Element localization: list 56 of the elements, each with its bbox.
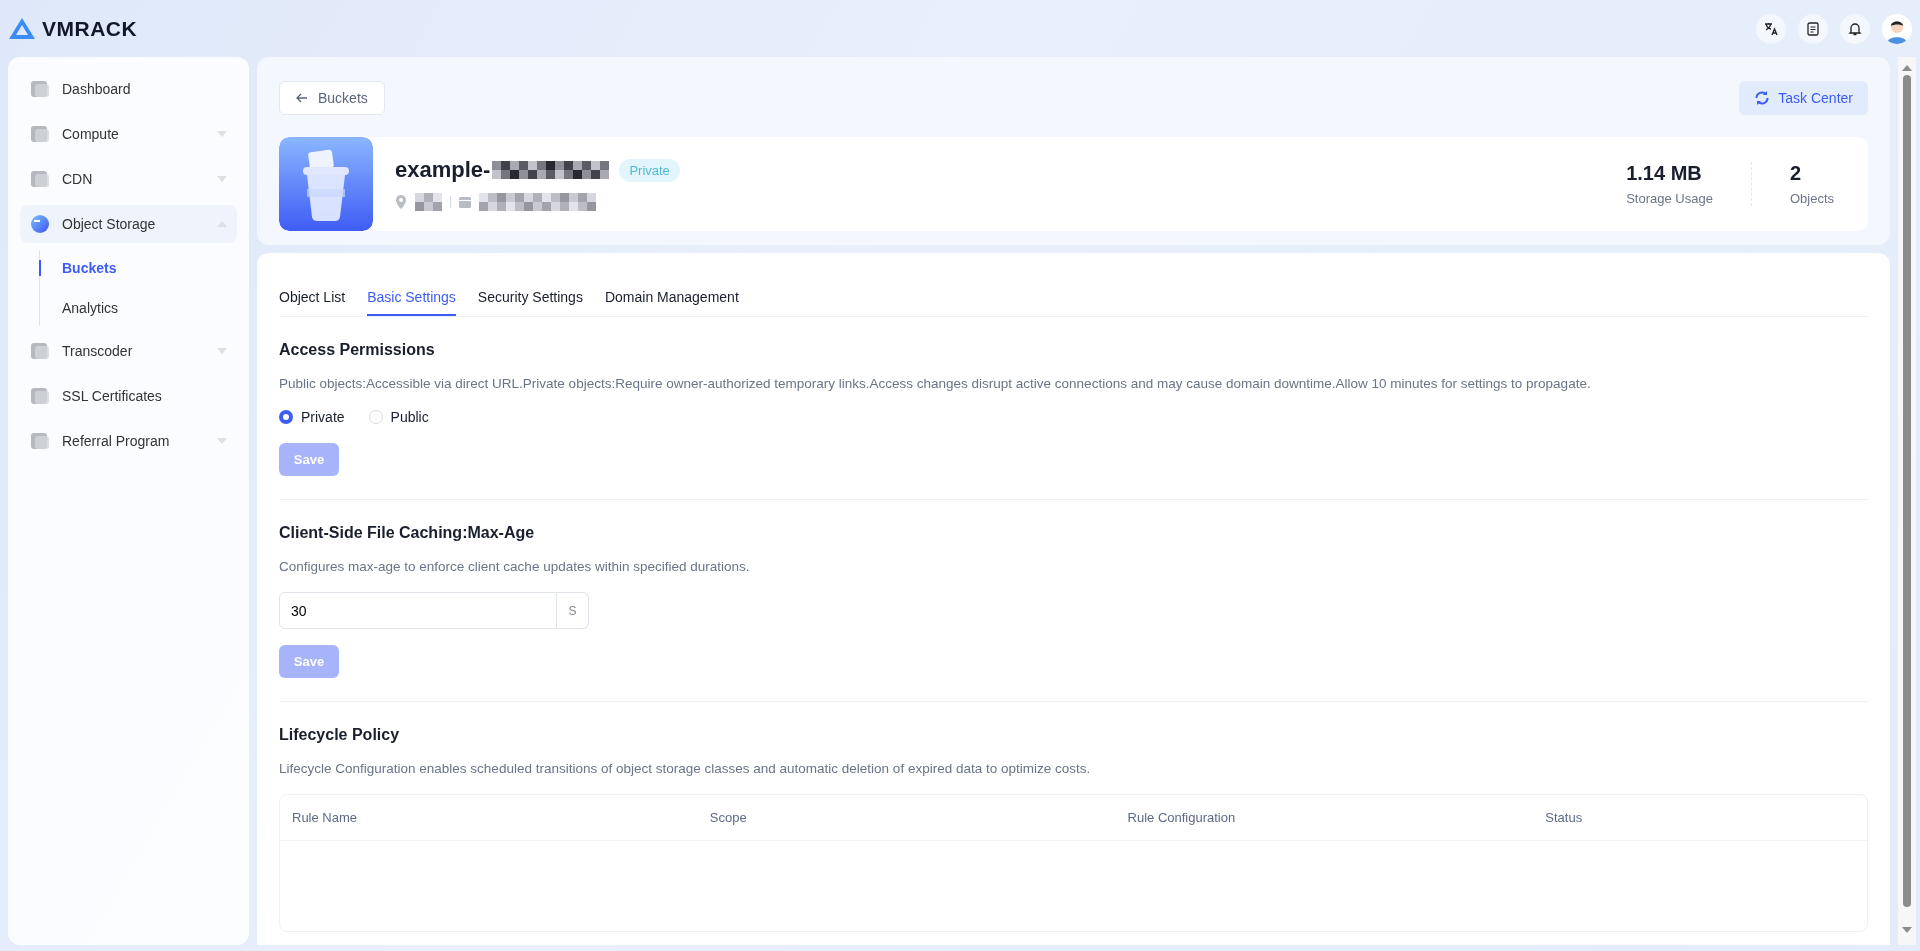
stat-label: Storage Usage bbox=[1626, 191, 1713, 206]
stat-label: Objects bbox=[1789, 191, 1834, 206]
document-icon[interactable] bbox=[1798, 13, 1828, 44]
sidebar-subitem[interactable]: Analytics bbox=[40, 290, 237, 326]
menu-tile-icon bbox=[30, 124, 50, 144]
radio-label: Private bbox=[301, 409, 345, 425]
sidebar-item[interactable]: CDN bbox=[20, 160, 237, 198]
section-title: Lifecycle Policy bbox=[279, 726, 401, 744]
stat-value: 2 bbox=[1789, 162, 1803, 185]
max-age-field[interactable]: 30 bbox=[279, 592, 557, 629]
radio-option[interactable]: Public bbox=[368, 409, 429, 425]
tab[interactable]: Security Settings bbox=[477, 281, 583, 316]
sidebar-item[interactable]: SSL Certificates bbox=[20, 377, 237, 415]
column-header: Scope bbox=[709, 810, 748, 825]
tab[interactable]: Object List bbox=[279, 281, 346, 316]
task-center-button[interactable]: Task Center bbox=[1739, 81, 1868, 115]
stat-value: 1.14 MB bbox=[1626, 162, 1703, 185]
sidebar-subitem[interactable]: Buckets bbox=[40, 250, 237, 286]
menu-tile-icon bbox=[30, 79, 50, 99]
section-description: Configures max-age to enforce client cache updates within specified durations. bbox=[279, 559, 751, 574]
menu-tile-icon bbox=[30, 386, 50, 406]
column-header: Status bbox=[1545, 810, 1584, 825]
unit-label: S bbox=[557, 592, 589, 629]
scrollbar[interactable] bbox=[1898, 57, 1916, 945]
translate-icon[interactable] bbox=[1756, 13, 1786, 44]
arrow-left-icon bbox=[296, 93, 308, 103]
bucket-name: example- bbox=[395, 157, 491, 183]
logo-icon bbox=[8, 16, 36, 41]
refresh-icon bbox=[1754, 90, 1771, 106]
bell-icon[interactable] bbox=[1840, 13, 1870, 44]
tab[interactable]: Domain Management bbox=[604, 281, 739, 316]
sidebar-item[interactable]: Object Storage bbox=[20, 205, 237, 243]
section-description: Lifecycle Configuration enables scheduled transitions of object storage classes and automatic deletion of expired data to optimize costs. bbox=[279, 761, 1092, 776]
section-title: Client-Side File Caching:Max-Age bbox=[279, 524, 536, 542]
menu-tile-icon bbox=[30, 431, 50, 451]
menu-tile-icon bbox=[30, 341, 50, 361]
redacted-block bbox=[415, 193, 442, 211]
sidebar-item[interactable]: Transcoder bbox=[20, 332, 237, 370]
location-pin-icon bbox=[395, 195, 407, 209]
radio-label: Public bbox=[390, 409, 429, 425]
back-button[interactable]: Buckets bbox=[279, 81, 385, 115]
section-title: Access Permissions bbox=[279, 341, 436, 359]
sidebar-item[interactable]: Compute bbox=[20, 115, 237, 153]
radio-option[interactable]: Private bbox=[279, 409, 345, 425]
column-header: Rule Configuration bbox=[1127, 810, 1237, 825]
access-badge: Private bbox=[619, 158, 680, 182]
tab[interactable]: Basic Settings bbox=[367, 281, 456, 316]
section-description: Public objects:Accessible via direct URL.Private objects:Require owner-authorized temporary links.Access changes disrupt active connections and may cause domain downtime.Allow 10 minutes for settings to propagate. bbox=[279, 376, 1592, 391]
calendar-icon bbox=[459, 195, 471, 209]
sidebar-item[interactable]: Dashboard bbox=[20, 70, 237, 108]
brand-name: VMRACK bbox=[42, 16, 138, 41]
sidebar-item[interactable]: Referral Program bbox=[20, 422, 237, 460]
column-header: Rule Name bbox=[292, 810, 359, 825]
menu-tile-icon bbox=[30, 169, 50, 189]
bucket-icon bbox=[279, 137, 373, 231]
radio-button[interactable] bbox=[279, 410, 293, 424]
